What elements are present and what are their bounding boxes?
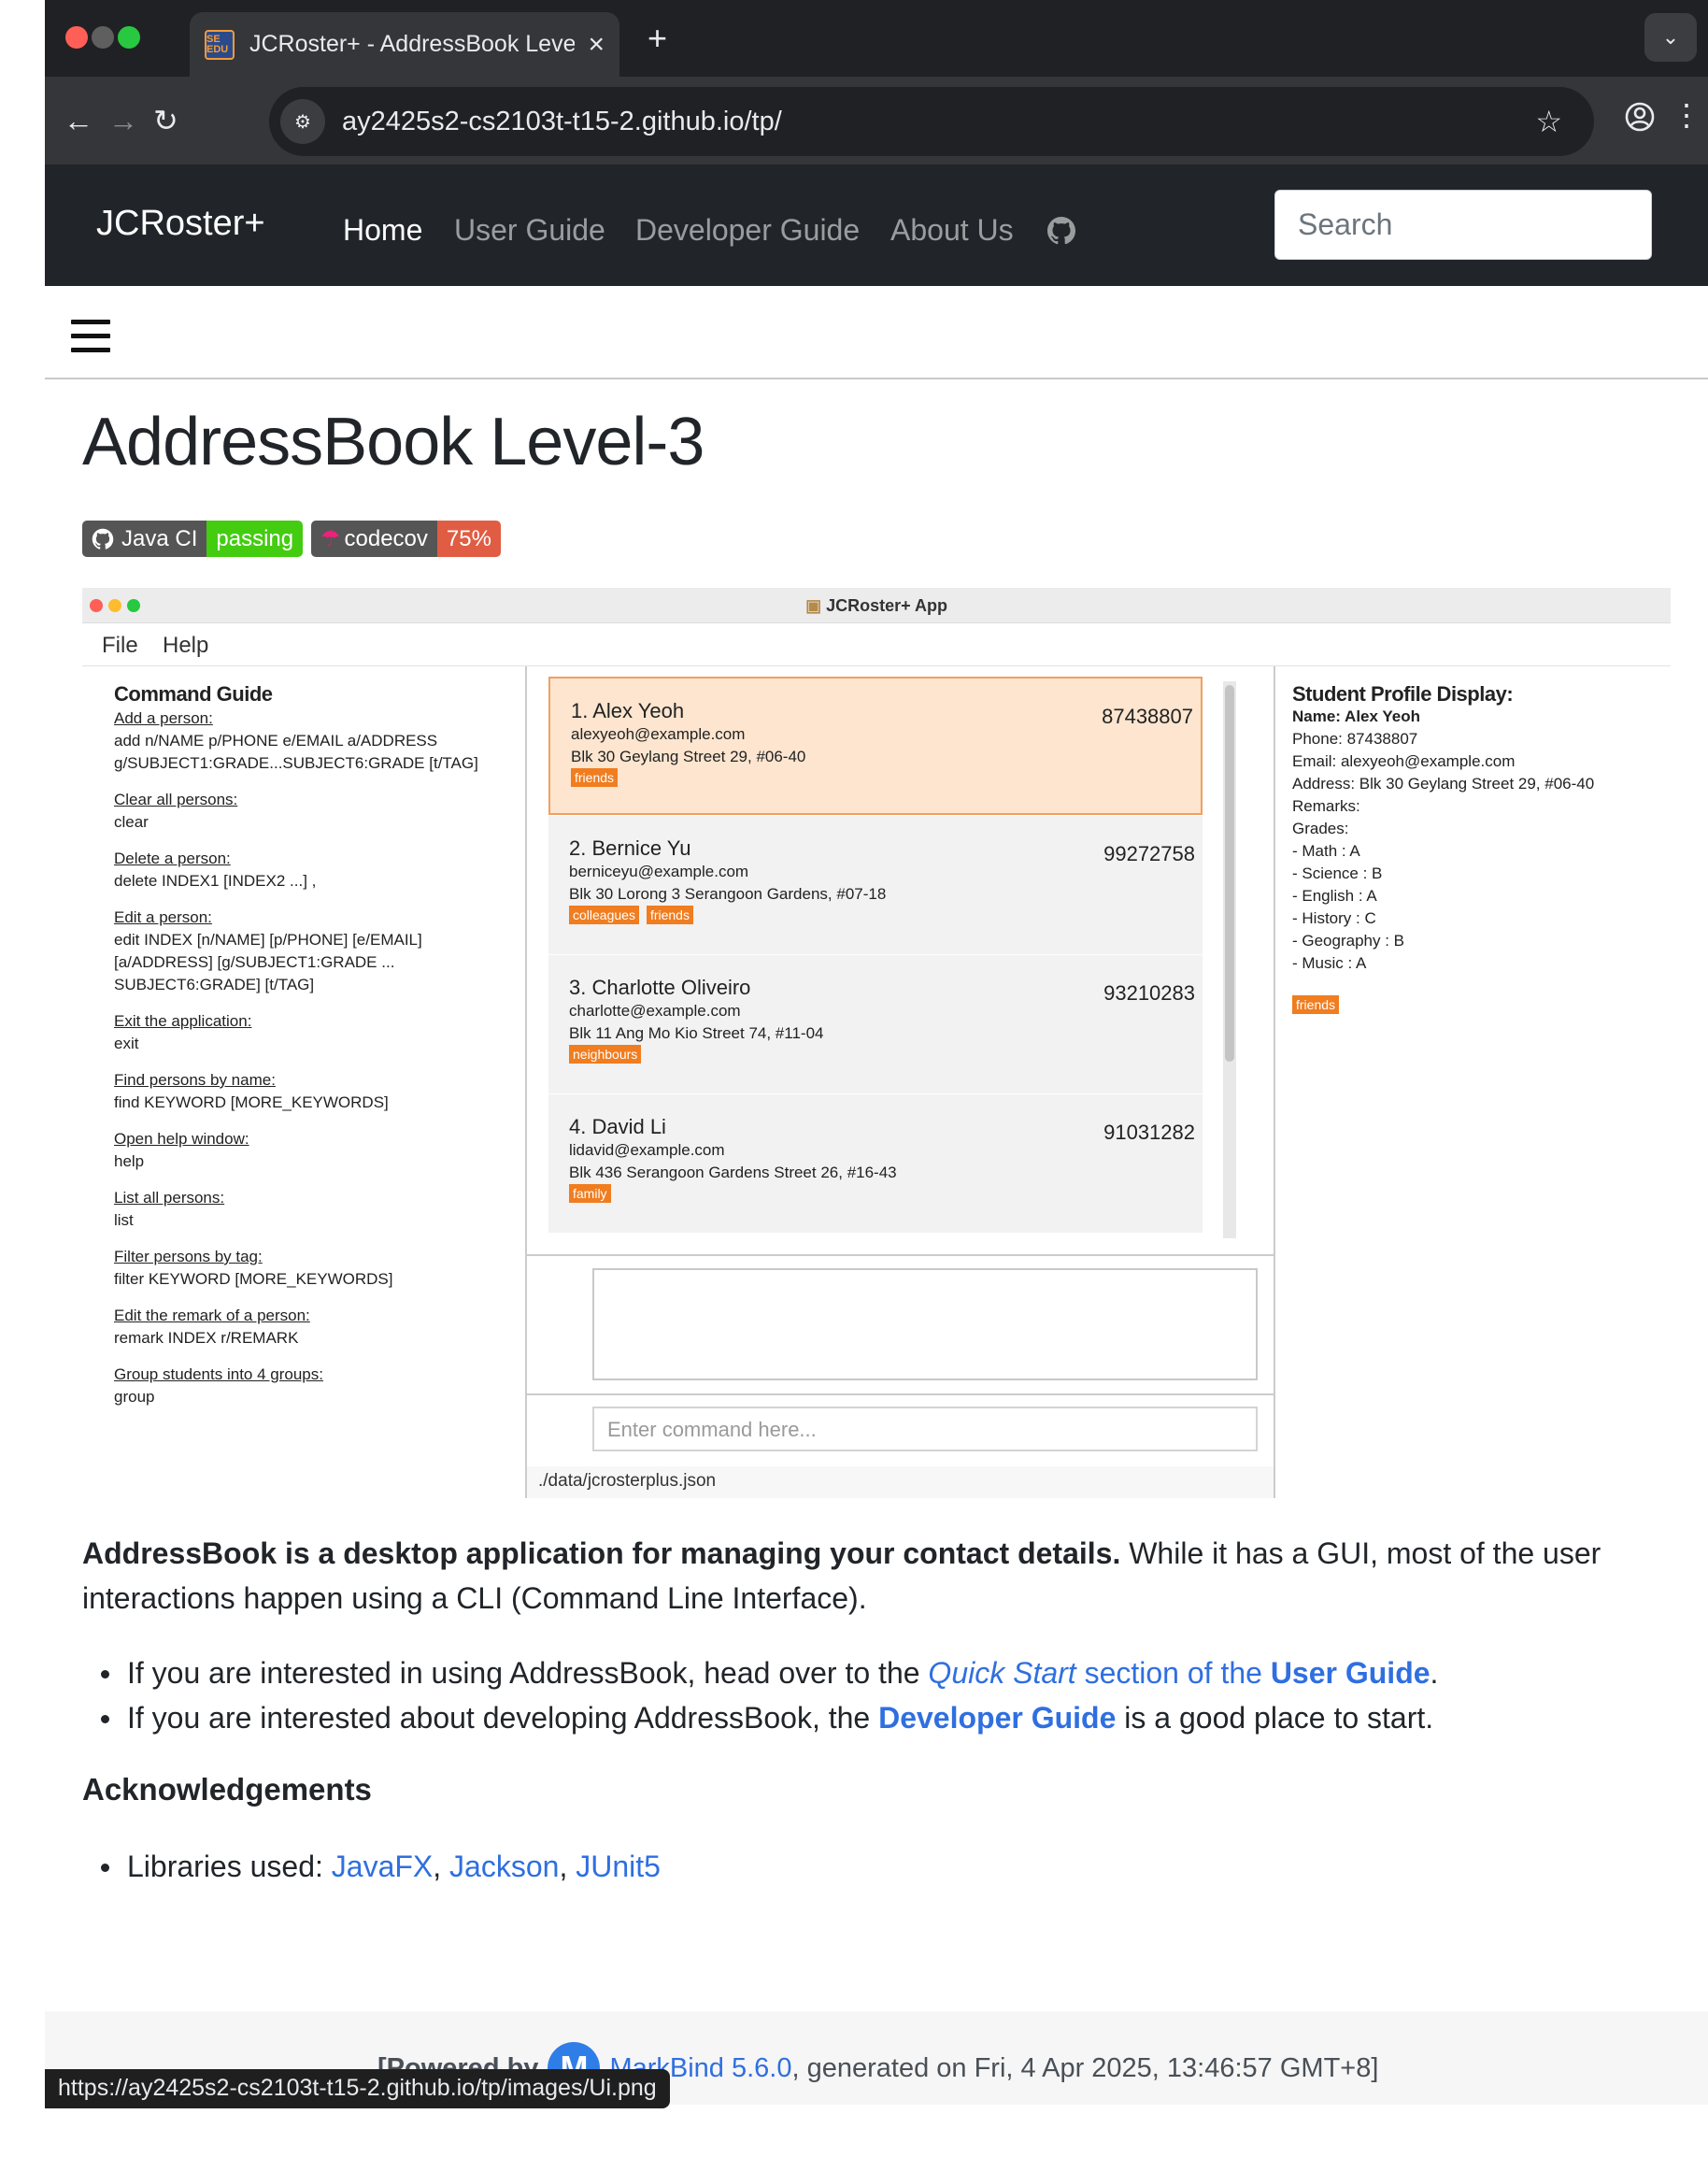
intro-list: If you are interested in using AddressBo… — [82, 1650, 1671, 1740]
command-item: Add a person: add n/NAME p/PHONE e/EMAIL … — [114, 709, 478, 772]
badge-label: Java CI — [121, 525, 198, 551]
javafx-link[interactable]: JavaFX — [332, 1850, 433, 1883]
status-bar: ./data/jcrosterplus.json — [527, 1466, 1274, 1498]
java-ci-badge[interactable]: Java CI passing — [82, 521, 304, 557]
person-list: 1. Alex Yeoh 87438807 alexyeoh@example.c… — [548, 677, 1240, 1237]
list-item: If you are interested about developing A… — [82, 1695, 1671, 1740]
more-vert-icon[interactable]: ⋮ — [1672, 97, 1701, 133]
acknowledgements-heading: Acknowledgements — [82, 1772, 372, 1807]
reload-icon[interactable]: ↻ — [153, 103, 178, 138]
divider — [526, 1393, 1274, 1395]
app-icon: ▣ — [805, 596, 827, 615]
codecov-badge[interactable]: ☂ codecov 75% — [311, 521, 501, 557]
tag-badge: neighbours — [569, 1045, 642, 1064]
browser-toolbar: ← → ↻ ⚙ ay2425s2-cs2103t-t15-2.github.io… — [45, 77, 1708, 164]
screen: SE EDU JCRoster+ - AddressBook Level-3 ×… — [0, 0, 1708, 2157]
command-item: Edit the remark of a person: remark INDEX… — [114, 1307, 310, 1347]
guide-title: Command Guide — [114, 682, 273, 706]
close-window-button[interactable] — [65, 26, 88, 49]
divider — [526, 1254, 1274, 1256]
site-settings-icon[interactable]: ⚙ — [280, 99, 325, 144]
nav-developer-guide[interactable]: Developer Guide — [635, 213, 860, 248]
person-card: 3. Charlotte Oliveiro 93210283 charlotte… — [548, 955, 1203, 1093]
minimize-window-button[interactable] — [92, 26, 114, 49]
command-item: Group students into 4 groups: group — [114, 1365, 323, 1406]
person-card: 2. Bernice Yu 99272758 berniceyu@example… — [548, 816, 1203, 954]
nav-user-guide[interactable]: User Guide — [454, 213, 605, 248]
app-title: ▣ JCRoster+ App — [805, 596, 947, 615]
nav-home[interactable]: Home — [343, 213, 422, 248]
tag-badge: friends — [1292, 995, 1340, 1014]
result-display — [592, 1268, 1258, 1380]
profile-icon[interactable] — [1624, 101, 1656, 140]
menu-file: File — [102, 633, 138, 658]
list-scrollbar — [1223, 681, 1236, 1238]
app-titlebar: ▣ JCRoster+ App — [82, 588, 1671, 623]
github-icon — [92, 528, 114, 550]
command-input: Enter command here... — [592, 1407, 1258, 1451]
browser-tab[interactable]: SE EDU JCRoster+ - AddressBook Level-3 × — [190, 12, 619, 77]
back-icon[interactable]: ← — [64, 103, 93, 138]
site-navbar: JCRoster+ Home User Guide Developer Guid… — [45, 164, 1708, 286]
developer-guide-link[interactable]: Developer Guide — [878, 1701, 1116, 1735]
github-icon[interactable] — [1046, 216, 1076, 246]
tab-strip: SE EDU JCRoster+ - AddressBook Level-3 ×… — [45, 0, 1708, 77]
tag-badge: colleagues — [569, 906, 639, 924]
app-screenshot[interactable]: ▣ JCRoster+ App File Help Command Guide … — [82, 588, 1671, 1498]
divider — [45, 378, 1708, 379]
maximize-window-button[interactable] — [118, 26, 140, 49]
footer-generated: , generated on Fri, 4 Apr 2025, 13:46:57… — [791, 2052, 1379, 2083]
nav-about-us[interactable]: About Us — [890, 213, 1014, 248]
divider — [525, 666, 527, 1498]
command-item: Open help window: help — [114, 1130, 249, 1170]
person-card: 1. Alex Yeoh 87438807 alexyeoh@example.c… — [548, 677, 1203, 815]
list-item: If you are interested in using AddressBo… — [82, 1650, 1671, 1695]
user-guide-link[interactable]: Quick Start section of the User Guide — [928, 1656, 1430, 1690]
menu-help: Help — [163, 633, 209, 658]
command-item: Find persons by name: find KEYWORD [MORE_… — [114, 1071, 389, 1111]
bookmark-star-icon[interactable]: ☆ — [1535, 104, 1562, 139]
tag-badge: friends — [571, 768, 619, 787]
page-title: AddressBook Level-3 — [82, 405, 705, 479]
url-text[interactable]: ay2425s2-cs2103t-t15-2.github.io/tp/ — [342, 107, 1535, 137]
link-hover-status: https://ay2425s2-cs2103t-t15-2.github.io… — [45, 2069, 670, 2108]
site-brand[interactable]: JCRoster+ — [96, 204, 265, 244]
plus-icon[interactable]: + — [648, 19, 667, 58]
tab-title: JCRoster+ - AddressBook Level-3 — [249, 31, 576, 57]
tag-badge: family — [569, 1184, 611, 1203]
libraries-list: Libraries used: JavaFX, Jackson, JUnit5 — [82, 1844, 661, 1889]
command-item: Filter persons by tag: filter KEYWORD [MO… — [114, 1248, 393, 1288]
chevron-down-icon[interactable]: ⌄ — [1644, 13, 1697, 62]
menu-icon[interactable] — [71, 320, 110, 362]
search-input[interactable]: Search — [1274, 190, 1652, 260]
junit5-link[interactable]: JUnit5 — [576, 1850, 661, 1883]
divider — [1274, 666, 1275, 1498]
favicon-icon: SE EDU — [205, 29, 235, 60]
badge-label: codecov — [344, 525, 428, 551]
browser-window: SE EDU JCRoster+ - AddressBook Level-3 ×… — [45, 0, 1708, 2157]
intro-paragraph: AddressBook is a desktop application for… — [82, 1536, 1601, 1615]
jackson-link[interactable]: Jackson — [449, 1850, 559, 1883]
command-item: Edit a person: edit INDEX [n/NAME] [p/PHO… — [114, 908, 422, 993]
address-bar[interactable]: ⚙ ay2425s2-cs2103t-t15-2.github.io/tp/ ☆ — [269, 87, 1594, 156]
command-item: List all persons: list — [114, 1189, 225, 1229]
badge-value: 75% — [436, 521, 501, 557]
app-menubar: File Help — [82, 623, 1671, 666]
command-item: Exit the application: exit — [114, 1012, 252, 1052]
forward-icon[interactable]: → — [108, 103, 138, 138]
close-icon[interactable]: × — [588, 29, 605, 61]
umbrella-icon: ☂ — [320, 526, 341, 551]
command-item: Clear all persons: clear — [114, 791, 238, 831]
command-guide: Command Guide Add a person: add n/NAME p/… — [114, 683, 544, 1422]
student-profile-panel: Student Profile Display: Name: Alex Yeoh… — [1292, 682, 1595, 1014]
person-card: 4. David Li 91031282 lidavid@example.com… — [548, 1094, 1203, 1233]
tag-badge: friends — [646, 906, 693, 924]
badge-status: passing — [206, 521, 304, 557]
command-item: Delete a person: delete INDEX1 [INDEX2 ..… — [114, 850, 317, 890]
list-item: Libraries used: JavaFX, Jackson, JUnit5 — [82, 1844, 661, 1889]
